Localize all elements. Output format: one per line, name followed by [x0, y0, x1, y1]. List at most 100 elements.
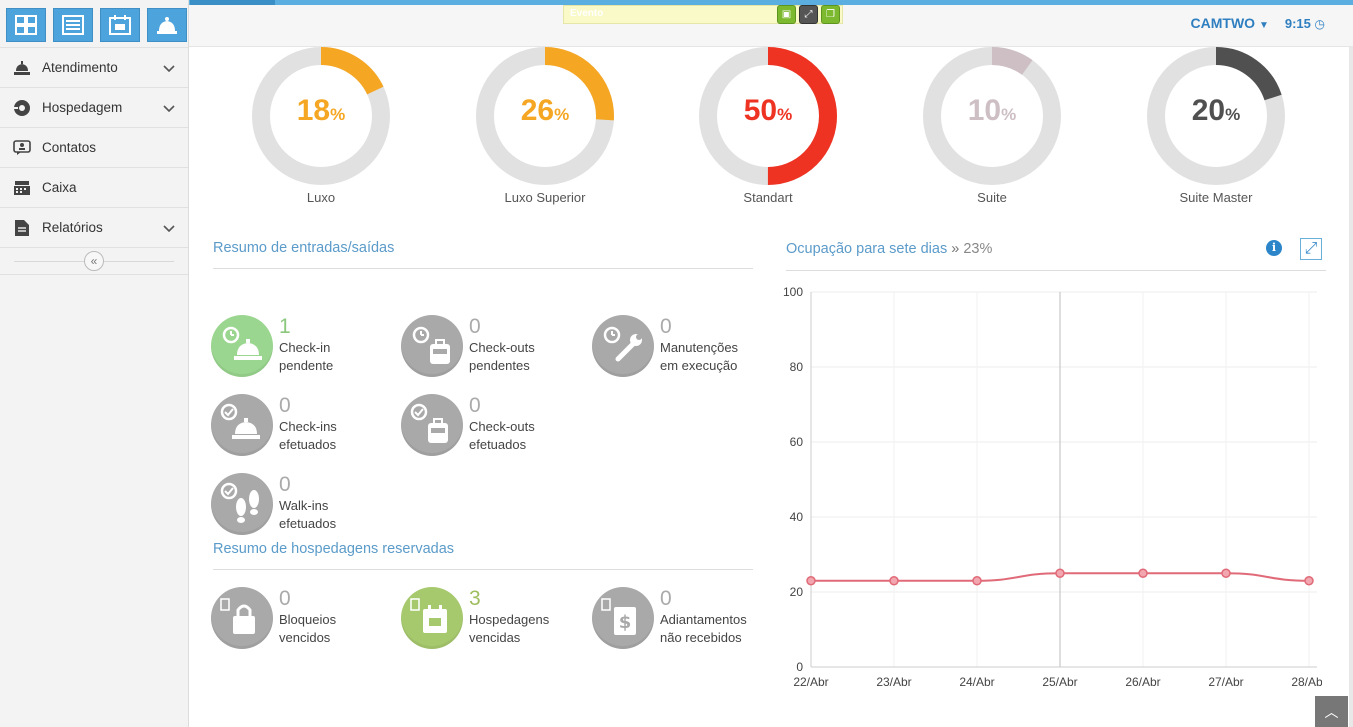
- user-menu[interactable]: CAMTWO ▼: [1191, 15, 1269, 31]
- list-icon: [62, 15, 84, 35]
- bell-button[interactable]: [147, 8, 187, 42]
- donut-standart: 50% Standart: [688, 46, 848, 205]
- event-expand-button[interactable]: ⤢: [799, 5, 818, 24]
- summary-panel: Resumo de entradas/saídas 1 Check-in pende…: [211, 240, 753, 649]
- donut-percentage: 20%: [1191, 94, 1241, 127]
- summary-stat: 0 Check-outs pendentes: [401, 315, 591, 385]
- sidebar-item-relatorios[interactable]: Relatórios: [0, 208, 188, 248]
- expand-icon: ⤢: [1304, 240, 1318, 257]
- donut-label: Suite: [977, 190, 1007, 205]
- clock: 9:15 ◷: [1285, 16, 1325, 31]
- stat-label-line1: Check-in: [279, 340, 331, 355]
- event-restore-button[interactable]: ❐: [821, 5, 840, 24]
- stat-count: 0: [469, 394, 481, 417]
- sidebar-item-label: Hospedagem: [42, 100, 123, 115]
- y-tick-label: 100: [783, 285, 803, 299]
- calendar-icon[interactable]: [401, 587, 463, 649]
- sidebar-item-caixa[interactable]: Caixa: [0, 168, 188, 208]
- info-icon[interactable]: i: [1266, 240, 1282, 256]
- top-header: Evento ▣ ⤢ ❐ CAMTWO ▼ 9:15 ◷: [189, 5, 1353, 47]
- quick-actions: [0, 0, 188, 48]
- caret-down-icon: ▼: [1258, 20, 1269, 31]
- sidebar: Atendimento Hospedagem Contatos Caixa Re…: [0, 0, 189, 727]
- event-title: Evento: [570, 8, 604, 19]
- stat-label-line1: Check-ins: [279, 419, 337, 434]
- desk-bell-icon: [12, 59, 32, 77]
- sidebar-item-label: Contatos: [42, 140, 97, 155]
- dollar-icon[interactable]: $: [592, 587, 654, 649]
- checkout-done-icon[interactable]: [401, 394, 463, 456]
- chevron-up-icon: ︿: [1324, 703, 1339, 720]
- cash-register-icon: [12, 179, 32, 197]
- sidebar-item-label: Atendimento: [42, 60, 118, 75]
- sidebar-item-label: Caixa: [42, 180, 77, 195]
- walkin-icon[interactable]: [211, 473, 273, 535]
- donut-percentage: 50%: [743, 94, 793, 127]
- data-point: [972, 576, 982, 586]
- stat-label-line2: pendentes: [469, 358, 530, 373]
- stat-label-line1: Adiantamentos: [660, 612, 747, 627]
- event-widget: Evento ▣ ⤢ ❐: [563, 5, 843, 24]
- sidebar-item-label: Relatórios: [42, 220, 103, 235]
- chart-expand-button[interactable]: ⤢: [1300, 238, 1322, 260]
- event-minimize-button[interactable]: ▣: [777, 5, 796, 24]
- data-point: [1138, 568, 1148, 578]
- scroll-to-top-button[interactable]: ︿: [1315, 696, 1348, 727]
- donut-percentage: 18%: [296, 94, 346, 127]
- donut-label: Luxo: [306, 190, 336, 205]
- stat-count: 0: [279, 587, 291, 610]
- stat-label-line1: Bloqueios: [279, 612, 337, 627]
- document-icon: [12, 219, 32, 237]
- stat-label-line2: em execução: [660, 358, 738, 373]
- sidebar-collapse-row: «: [0, 248, 188, 275]
- stat-label-line2: vencidos: [279, 630, 331, 645]
- checkout-pending-icon[interactable]: [401, 315, 463, 377]
- maintenance-icon[interactable]: [592, 315, 654, 377]
- donut-label: Suite Master: [1179, 190, 1253, 205]
- summary-stat: 0 Check-outs efetuados: [401, 394, 591, 464]
- vertical-scrollbar[interactable]: [1349, 47, 1353, 727]
- occupancy-line-chart: 0 20 40 60 80 100 22/Abr 23/Abr 24/Abr 25/Abr 26/A…: [783, 285, 1322, 689]
- stat-count: 1: [279, 315, 291, 338]
- donut-luxo: 18% Luxo: [241, 46, 401, 205]
- chevron-down-icon: [163, 64, 175, 72]
- donut-label: Standart: [743, 190, 793, 205]
- donut-label: Luxo Superior: [504, 190, 586, 205]
- donut-luxo-superior: 26% Luxo Superior: [465, 46, 625, 205]
- stat-label-line1: Manutenções: [660, 340, 739, 355]
- occupancy-donuts: 18% Luxo 26% Luxo Superior 50% Standart 10% Sui…: [189, 46, 1339, 214]
- clock-time: 9:15: [1284, 15, 1311, 31]
- calendar-button[interactable]: [100, 8, 140, 42]
- data-point: [1055, 568, 1065, 578]
- stat-label-line2: vencidas: [469, 630, 521, 645]
- data-point: [889, 576, 899, 586]
- sidebar-item-atendimento[interactable]: Atendimento: [0, 48, 188, 88]
- dashboard-grid-button[interactable]: [6, 8, 46, 42]
- restore-icon: ❐: [826, 9, 835, 20]
- divider: [213, 569, 753, 570]
- stat-label-line2: efetuados: [279, 437, 337, 452]
- checkin-pending-icon[interactable]: [211, 315, 273, 377]
- x-tick-label: 27/Abr: [1208, 675, 1243, 689]
- chart-title: Ocupação para sete dias: [786, 241, 948, 257]
- user-name: CAMTWO: [1190, 15, 1256, 31]
- stat-label-line1: Hospedagens: [469, 612, 550, 627]
- occupancy-chart-panel: Ocupação para sete dias » 23% i ⤢ 0 20 40 6…: [783, 238, 1326, 727]
- data-point: [806, 576, 816, 586]
- summary-stat: 3 Hospedagens vencidas: [401, 587, 591, 657]
- summary-stat: 0 Manutenções em execução: [592, 315, 782, 385]
- chart-title-separator: »: [951, 241, 960, 257]
- sidebar-item-contatos[interactable]: Contatos: [0, 128, 188, 168]
- donut-percentage: 26%: [520, 94, 570, 127]
- data-point: [1221, 568, 1231, 578]
- sidebar-item-hospedagem[interactable]: Hospedagem: [0, 88, 188, 128]
- stat-label-line2: não recebidos: [660, 630, 742, 645]
- summary-entries-title: Resumo de entradas/saídas: [213, 240, 395, 256]
- summary-stat: 0 Walk-ins efetuados: [211, 473, 401, 543]
- checkin-done-icon[interactable]: [211, 394, 273, 456]
- x-tick-label: 22/Abr: [793, 675, 828, 689]
- list-button[interactable]: [53, 8, 93, 42]
- lock-icon[interactable]: [211, 587, 273, 649]
- stat-count: 0: [469, 315, 481, 338]
- sidebar-collapse-button[interactable]: «: [84, 251, 104, 271]
